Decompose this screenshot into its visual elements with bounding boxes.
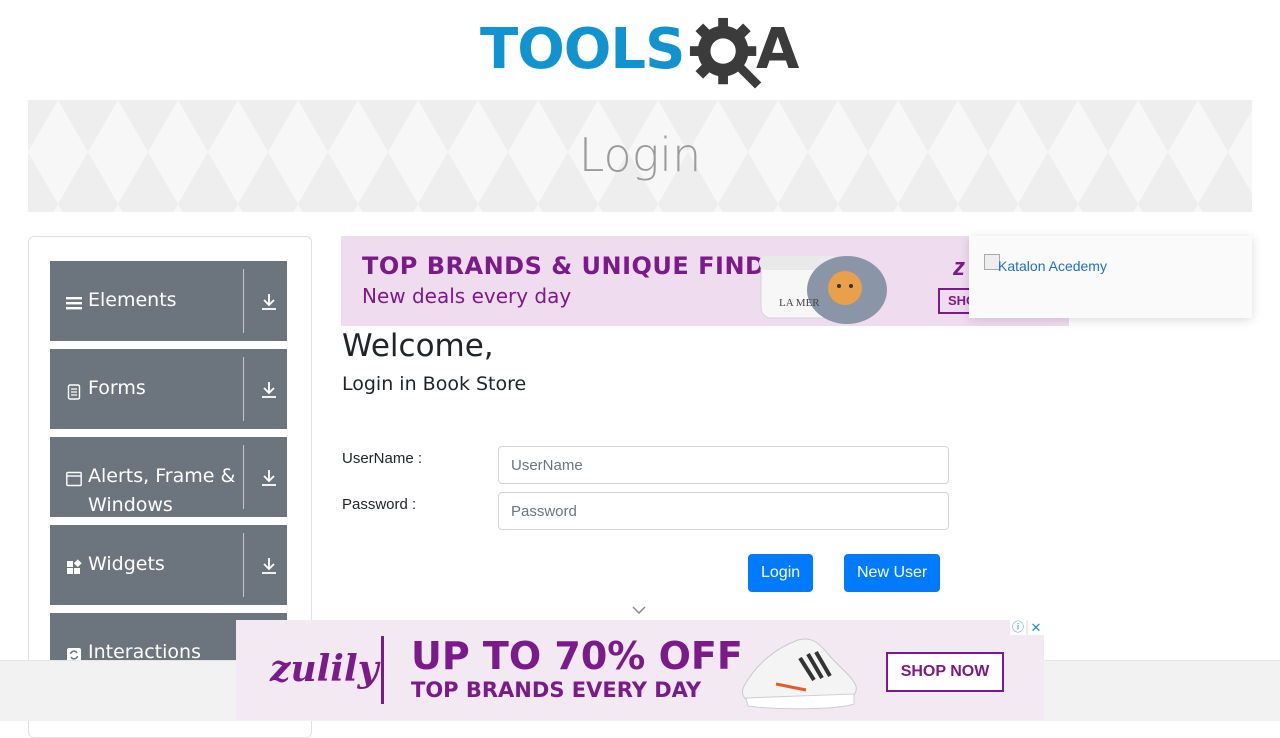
hamburger-icon bbox=[66, 297, 82, 310]
top-advertisement[interactable]: TOP BRANDS & UNIQUE FINDS New deals ever… bbox=[341, 236, 1069, 326]
ad-subline: New deals every day bbox=[362, 284, 572, 308]
ad-brand-logo: z bbox=[953, 254, 965, 281]
divider bbox=[381, 636, 384, 704]
shoe-image bbox=[742, 638, 857, 710]
close-icon[interactable]: ✕ bbox=[1028, 620, 1044, 635]
sidebar-group-label-line2: Windows bbox=[88, 494, 173, 516]
document-icon bbox=[67, 384, 81, 400]
page-title: Login bbox=[578, 128, 702, 182]
jar-label: LA MER bbox=[779, 297, 820, 309]
username-input[interactable] bbox=[498, 446, 949, 484]
download-arrow-icon[interactable] bbox=[261, 293, 277, 311]
login-button[interactable]: Login bbox=[748, 554, 814, 592]
divider bbox=[243, 357, 244, 421]
sidebar-group-widgets[interactable]: Widgets bbox=[50, 525, 287, 605]
sidebar-group-label: Widgets bbox=[88, 553, 165, 575]
sidebar-group-label: Alerts, Frame & bbox=[88, 465, 236, 487]
katalon-ad[interactable]: Katalon Acedemy bbox=[969, 236, 1252, 318]
window-icon bbox=[66, 471, 82, 487]
ad-headline: UP TO 70% OFF bbox=[411, 634, 743, 678]
sidebar-group-elements[interactable]: Elements bbox=[50, 261, 287, 341]
password-label: Password : bbox=[342, 496, 417, 513]
download-arrow-icon[interactable] bbox=[261, 381, 277, 399]
bottom-advertisement[interactable]: zulily UP TO 70% OFF TOP BRANDS EVERY DA… bbox=[236, 620, 1044, 720]
divider bbox=[243, 445, 244, 509]
divider bbox=[243, 533, 244, 597]
ad-brand-logo: zulily bbox=[270, 648, 379, 690]
divider bbox=[243, 269, 244, 333]
sidebar-group-label: Elements bbox=[88, 289, 177, 311]
logo-text-tools: TOOLS bbox=[480, 17, 685, 82]
ad-shop-now-button[interactable]: SHOP NOW bbox=[886, 652, 1004, 692]
new-user-button[interactable]: New User bbox=[844, 554, 941, 592]
gear-magnifier-icon bbox=[689, 17, 762, 89]
sidebar-group-alerts-frame-windows[interactable]: Alerts, Frame & Windows bbox=[50, 437, 287, 517]
product-image: LA MER bbox=[759, 256, 887, 324]
logo-text-a: A bbox=[756, 17, 800, 82]
katalon-alt-text[interactable]: Katalon Acedemy bbox=[998, 258, 1107, 274]
sidebar-group-forms[interactable]: Forms bbox=[50, 349, 287, 429]
toolsqa-logo[interactable]: TOOLS A bbox=[480, 14, 810, 94]
info-icon[interactable]: ⓘ bbox=[1010, 620, 1026, 635]
download-arrow-icon[interactable] bbox=[261, 469, 277, 487]
login-subtitle: Login in Book Store bbox=[342, 373, 527, 395]
welcome-heading: Welcome, bbox=[342, 328, 494, 364]
page-banner: Login bbox=[28, 100, 1252, 212]
chevron-down-icon[interactable] bbox=[630, 604, 648, 616]
password-input[interactable] bbox=[498, 492, 949, 530]
download-arrow-icon[interactable] bbox=[261, 557, 277, 575]
grid-icon bbox=[67, 559, 82, 574]
ad-subline: TOP BRANDS EVERY DAY bbox=[411, 678, 702, 702]
ad-headline: TOP BRANDS & UNIQUE FINDS bbox=[362, 252, 784, 280]
username-label: UserName : bbox=[342, 450, 423, 467]
sidebar-group-label: Forms bbox=[88, 377, 146, 399]
